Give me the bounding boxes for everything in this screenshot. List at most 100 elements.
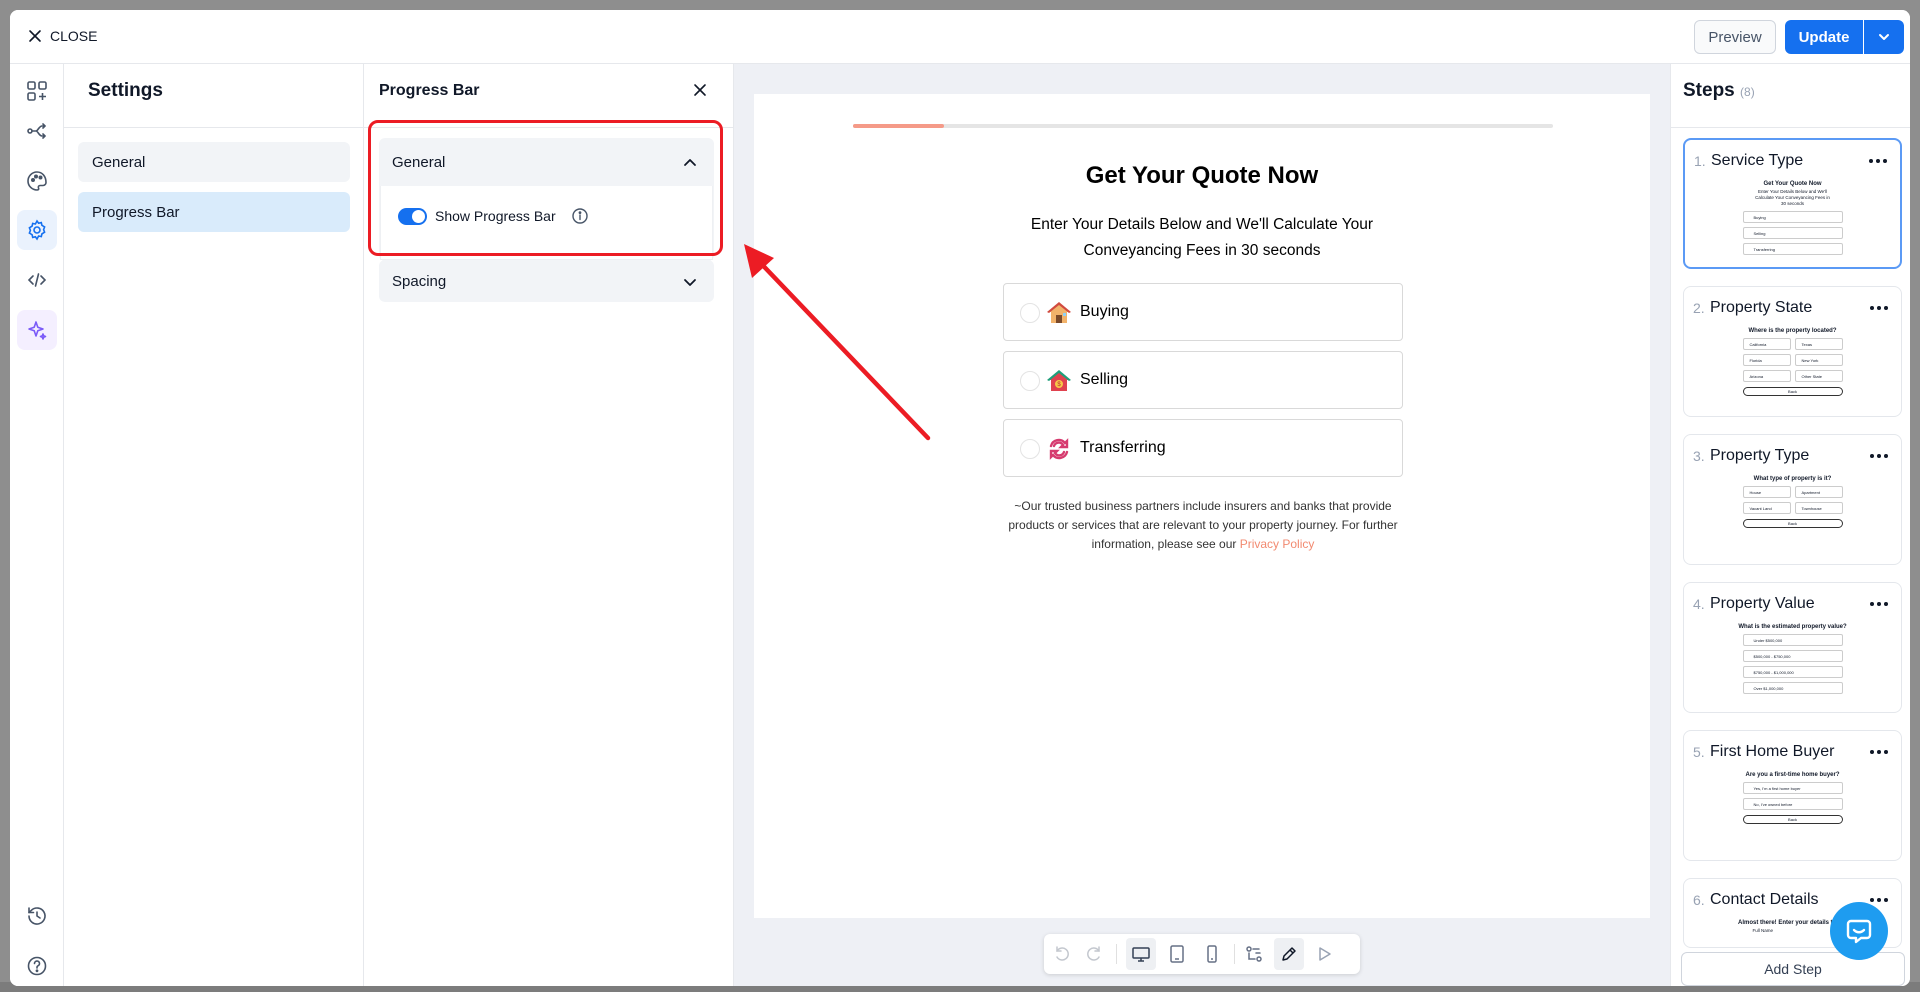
- step-card-property-type[interactable]: 3. Property Type What type of property i…: [1683, 434, 1902, 565]
- accordion-label: Spacing: [392, 272, 447, 290]
- help-button[interactable]: [17, 946, 57, 986]
- thumb-cell: Arizona: [1742, 370, 1791, 382]
- more-options-icon[interactable]: [1868, 158, 1888, 164]
- editor-modal: CLOSE Preview Update Settings General Pr…: [10, 10, 1910, 986]
- thumb-cell: New York: [1794, 354, 1843, 366]
- option-buying[interactable]: Buying: [1003, 283, 1403, 341]
- step-number: 6.: [1693, 892, 1705, 908]
- more-options-icon[interactable]: [1869, 601, 1889, 607]
- option-transferring[interactable]: Transferring: [1003, 419, 1403, 477]
- spacing-accordion-header[interactable]: Spacing: [379, 260, 714, 302]
- step-number: 2.: [1693, 300, 1705, 316]
- chat-bubble-icon: [1846, 919, 1872, 944]
- chat-widget-button[interactable]: [1830, 902, 1888, 960]
- option-label: Transferring: [1080, 439, 1166, 456]
- code-icon: [27, 273, 47, 287]
- thumb-back: Back: [1742, 815, 1843, 824]
- redo-icon[interactable]: [1084, 944, 1104, 964]
- history-button[interactable]: [17, 896, 57, 936]
- thumb-title: Are you a first-time home buyer?: [1745, 772, 1840, 778]
- step-name: Contact Details: [1710, 891, 1819, 908]
- ai-assistant-button[interactable]: [17, 310, 57, 350]
- annotation-arrow: [744, 244, 931, 441]
- thumb-option: Selling: [1742, 227, 1843, 239]
- step-thumbnail: Are you a first-time home buyer? Yes, I'…: [1704, 769, 1881, 860]
- thumb-option: $500,000 - $750,000: [1742, 650, 1843, 662]
- step-card-property-state[interactable]: 2. Property State Where is the property …: [1683, 286, 1902, 417]
- more-options-icon[interactable]: [1869, 749, 1889, 755]
- panel-title: Progress Bar: [379, 82, 480, 99]
- palette-icon: [27, 171, 47, 191]
- desktop-view-icon[interactable]: [1131, 944, 1151, 964]
- update-button[interactable]: Update: [1785, 20, 1863, 54]
- update-options-button[interactable]: [1864, 20, 1904, 54]
- thumb-option: Transferring: [1742, 243, 1843, 255]
- more-options-icon[interactable]: [1869, 305, 1889, 311]
- chevron-down-icon: [684, 279, 696, 286]
- thumb-option: Over $1,000,000: [1742, 682, 1843, 694]
- form-progress-bar: [853, 124, 1553, 128]
- house-icon: [1047, 302, 1071, 323]
- disclaimer: ~Our trusted business partners include i…: [1003, 497, 1403, 554]
- close-panel-icon[interactable]: [691, 81, 709, 99]
- option-selling[interactable]: $ Selling: [1003, 351, 1403, 409]
- thumb-cell: Townhouse: [1794, 502, 1843, 514]
- theme-button[interactable]: [17, 161, 57, 201]
- privacy-policy-link[interactable]: Privacy Policy: [1240, 537, 1315, 551]
- step-name: Property Type: [1710, 447, 1810, 464]
- add-element-button[interactable]: [17, 71, 57, 111]
- settings-button[interactable]: [17, 210, 57, 250]
- step-name: Property State: [1710, 299, 1813, 316]
- top-bar: CLOSE Preview Update: [10, 10, 1910, 64]
- thumb-option: No, I've owned before: [1742, 798, 1843, 810]
- undo-icon[interactable]: [1052, 944, 1072, 964]
- step-number: 3.: [1693, 448, 1705, 464]
- radio-button[interactable]: [1020, 439, 1040, 459]
- preview-button[interactable]: Preview: [1694, 20, 1776, 54]
- thumb-title: Where is the property located?: [1748, 328, 1837, 334]
- add-element-icon: [27, 81, 47, 101]
- more-options-icon[interactable]: [1869, 897, 1889, 903]
- thumb-option: Under $500,000: [1742, 634, 1843, 646]
- step-card-service-type[interactable]: 1. Service Type Get Your Quote Now Enter…: [1683, 138, 1902, 269]
- radio-button[interactable]: [1020, 371, 1040, 391]
- thumb-title: What type of property is it?: [1753, 476, 1832, 482]
- thumb-cell: California: [1742, 338, 1791, 350]
- divider: [1671, 127, 1910, 128]
- spacing-accordion: Spacing: [379, 260, 714, 302]
- steps-panel: Steps (8) 1. Service Type Get Your Quote…: [1670, 64, 1910, 986]
- thumb-cell: Apartment: [1794, 486, 1843, 498]
- settings-nav-general[interactable]: General: [78, 142, 350, 182]
- mobile-view-icon[interactable]: [1202, 944, 1222, 964]
- close-icon: [29, 30, 41, 42]
- divider: [1234, 944, 1235, 964]
- chevron-down-icon: [1879, 34, 1889, 40]
- play-preview-icon[interactable]: [1314, 944, 1334, 964]
- step-name: First Home Buyer: [1710, 743, 1835, 760]
- left-rail: [10, 64, 64, 986]
- step-name: Service Type: [1711, 152, 1804, 169]
- flow-button[interactable]: [17, 111, 57, 151]
- tablet-view-icon[interactable]: [1167, 944, 1187, 964]
- step-card-property-value[interactable]: 4. Property Value What is the estimated …: [1683, 582, 1902, 713]
- history-icon: [28, 907, 46, 925]
- close-button[interactable]: CLOSE: [28, 28, 97, 44]
- steps-heading: Steps: [1683, 80, 1735, 101]
- step-number: 1.: [1694, 153, 1706, 169]
- transfer-arrows-icon: [1049, 438, 1069, 460]
- option-label: Selling: [1080, 371, 1129, 388]
- settings-nav-progress-bar[interactable]: Progress Bar: [78, 192, 350, 232]
- annotation-highlight-box: [368, 120, 723, 256]
- more-options-icon[interactable]: [1869, 453, 1889, 459]
- progress-bar-fill: [853, 124, 944, 128]
- radio-button[interactable]: [1020, 303, 1040, 323]
- thumb-subtitle: Full Name: [1752, 928, 1774, 933]
- thumb-cell: House: [1742, 486, 1791, 498]
- steps-title: Steps (8): [1683, 80, 1755, 102]
- code-button[interactable]: [17, 260, 57, 300]
- edit-pencil-icon[interactable]: [1279, 944, 1299, 964]
- sparkle-icon: [28, 321, 47, 340]
- step-card-first-home-buyer[interactable]: 5. First Home Buyer Are you a first-time…: [1683, 730, 1902, 861]
- logic-icon[interactable]: [1244, 944, 1264, 964]
- flow-icon: [27, 123, 47, 139]
